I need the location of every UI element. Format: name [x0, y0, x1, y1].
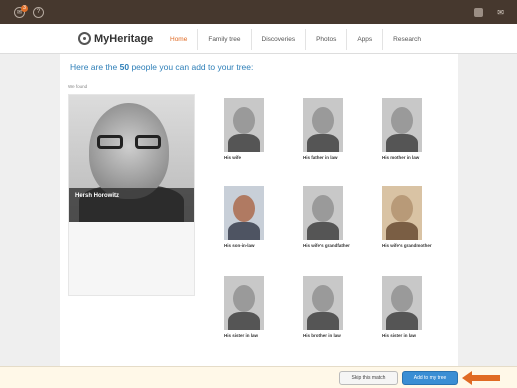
tab-photos[interactable]: Photos	[305, 29, 346, 50]
relative-card[interactable]: His sister in law	[224, 276, 284, 339]
notifications-icon[interactable]: ✉ 3	[14, 4, 28, 18]
tab-home[interactable]: Home	[160, 29, 197, 50]
top-bar-right: ✉	[474, 7, 511, 17]
relative-photo	[303, 276, 343, 330]
heading-count: 50	[119, 62, 130, 72]
relative-photo	[224, 186, 264, 240]
heading-suffix: people you can add to your tree:	[129, 62, 254, 72]
relative-card[interactable]: His wife's grandmother	[382, 186, 442, 249]
tab-family-tree[interactable]: Family tree	[197, 29, 250, 50]
add-to-tree-button[interactable]: Add to my tree	[402, 371, 458, 385]
relative-relation: His sister in law	[224, 333, 259, 338]
found-person-name: Hersh Horowitz	[75, 193, 120, 199]
nav-tabs: Home Family tree Discoveries Photos Apps…	[160, 29, 431, 50]
relative-photo	[382, 276, 422, 330]
page-title: Here are the 50 people you can add to yo…	[70, 62, 253, 72]
relative-relation: His wife	[224, 155, 242, 160]
relative-card[interactable]: His wife	[224, 98, 284, 161]
heading-prefix: Here are the	[70, 62, 120, 72]
inbox-icon[interactable]: ✉	[497, 8, 504, 17]
relative-card[interactable]: His son-in-law	[224, 186, 284, 249]
relative-card[interactable]: His sister in law	[382, 276, 442, 339]
relative-photo	[382, 98, 422, 152]
relative-card[interactable]: His wife's grandfather	[303, 186, 363, 249]
relative-photo	[224, 98, 264, 152]
relative-photo	[303, 186, 343, 240]
tab-apps[interactable]: Apps	[346, 29, 382, 50]
top-bar: ✉ 3 ? ✉	[0, 0, 517, 24]
help-icon[interactable]: ?	[33, 6, 44, 18]
pointer-arrow-shape	[462, 371, 500, 385]
notification-badge: 3	[21, 4, 28, 12]
pointer-arrow-icon	[462, 371, 500, 385]
relative-relation: His brother in law	[303, 333, 341, 338]
logo-mark-icon	[78, 32, 91, 45]
relative-relation: His son-in-law	[224, 243, 255, 248]
relative-photo	[224, 276, 264, 330]
relative-card[interactable]: His father in law	[303, 98, 363, 161]
found-person-card[interactable]: Hersh Horowitz	[68, 94, 195, 296]
logo[interactable]: MyHeritage	[78, 32, 153, 45]
relative-relation: His father in law	[303, 155, 338, 160]
relative-card[interactable]: His mother in law	[382, 98, 442, 161]
relative-photo	[382, 186, 422, 240]
logo-text: MyHeritage	[94, 32, 154, 45]
tab-research[interactable]: Research	[382, 29, 431, 50]
relative-card[interactable]: His brother in law	[303, 276, 363, 339]
relative-relation: His wife's grandfather	[303, 243, 350, 248]
relative-photo	[303, 98, 343, 152]
top-bar-left: ✉ 3 ?	[6, 4, 44, 18]
main-nav: MyHeritage Home Family tree Discoveries …	[0, 24, 517, 54]
relative-relation: His wife's grandmother	[382, 243, 432, 248]
main-content: Here are the 50 people you can add to yo…	[60, 54, 458, 366]
relative-relation: His mother in law	[382, 155, 420, 160]
tab-discoveries[interactable]: Discoveries	[250, 29, 306, 50]
found-label: We found	[68, 84, 88, 89]
skip-match-button[interactable]: Skip this match	[339, 371, 398, 385]
bottom-action-bar: Skip this match Add to my tree	[0, 366, 517, 388]
relative-relation: His sister in law	[382, 333, 417, 338]
avatar[interactable]	[474, 7, 484, 17]
found-person-name-bar: Hersh Horowitz	[69, 188, 194, 222]
